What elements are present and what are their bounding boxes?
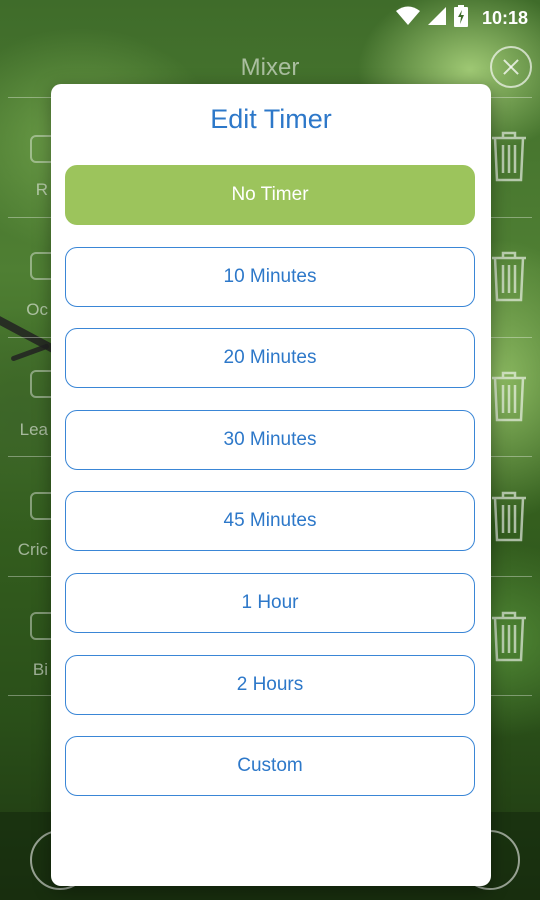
mixer-title: Mixer [240,54,300,81]
trash-icon[interactable] [490,370,528,422]
trash-icon[interactable] [490,130,528,182]
timer-option-45-minutes[interactable]: 45 Minutes [65,491,475,551]
status-time: 10:18 [481,7,528,28]
dialog-title: Edit Timer [210,104,332,134]
battery-icon [453,4,468,32]
timer-option-no-timer[interactable]: No Timer [65,165,475,225]
close-icon[interactable] [490,46,532,88]
timer-option-30-minutes[interactable]: 30 Minutes [65,410,475,470]
status-bar: 10:18 [0,0,540,36]
timer-option-10-minutes[interactable]: 10 Minutes [65,247,475,307]
timer-option-20-minutes[interactable]: 20 Minutes [65,328,475,388]
timer-option-1-hour[interactable]: 1 Hour [65,573,475,633]
trash-icon[interactable] [490,610,528,662]
wifi-icon [395,6,420,31]
timer-option-custom[interactable]: Custom [65,736,475,796]
cell-signal-icon [427,6,446,30]
trash-icon[interactable] [490,250,528,302]
timer-option-2-hours[interactable]: 2 Hours [65,655,475,715]
trash-icon[interactable] [490,490,528,542]
edit-timer-dialog: Edit Timer No Timer 10 Minutes 20 Minute… [51,84,491,886]
